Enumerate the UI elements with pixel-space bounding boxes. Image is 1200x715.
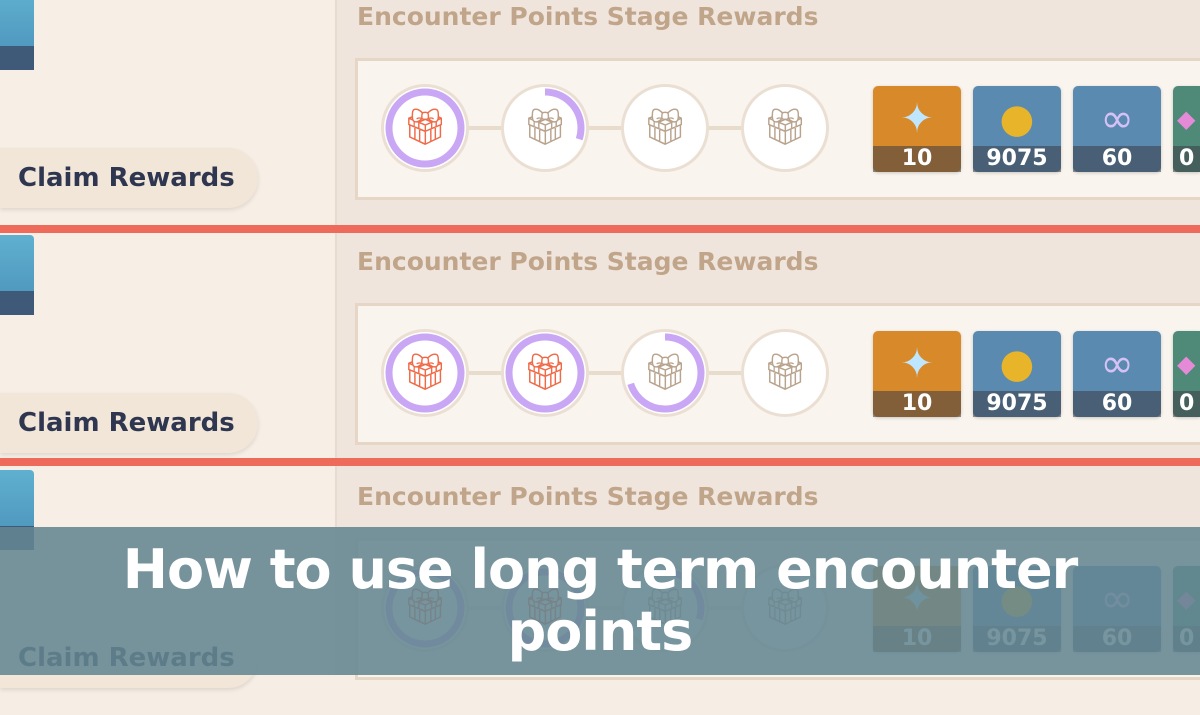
claim-rewards-button[interactable]: Claim Rewards bbox=[0, 393, 258, 453]
reward-section: Claim Rewards Encounter Points Stage Rew… bbox=[0, 0, 1200, 235]
reward-item[interactable]: ∞ 60 bbox=[1073, 331, 1161, 417]
section-title: Encounter Points Stage Rewards bbox=[357, 482, 819, 511]
stage-reward-circle[interactable]: 🎁︎ bbox=[741, 329, 829, 417]
stage-reward-circle[interactable]: 🎁︎ bbox=[621, 84, 709, 172]
reward-thumbnail bbox=[0, 235, 34, 315]
gift-icon: 🎁︎ bbox=[402, 352, 448, 393]
stage-reward-circle[interactable]: 🎁︎ bbox=[501, 329, 589, 417]
reward-item[interactable]: ✦ 10 bbox=[873, 331, 961, 417]
crystal-icon: ◆ bbox=[1177, 105, 1196, 133]
title-banner: How to use long term encounter points bbox=[0, 527, 1200, 675]
gift-icon: 🎁︎ bbox=[642, 107, 688, 148]
gift-icon: 🎁︎ bbox=[642, 352, 688, 393]
section-title: Encounter Points Stage Rewards bbox=[357, 247, 819, 276]
banner-title: How to use long term encounter points bbox=[122, 538, 1078, 663]
gift-icon: 🎁︎ bbox=[522, 352, 568, 393]
claim-rewards-button[interactable]: Claim Rewards bbox=[0, 148, 258, 208]
fate-icon: ∞ bbox=[1100, 96, 1134, 142]
gift-icon: 🎁︎ bbox=[762, 352, 808, 393]
gift-icon: 🎁︎ bbox=[402, 107, 448, 148]
stage-reward-circle[interactable]: 🎁︎ bbox=[501, 84, 589, 172]
reward-item[interactable]: ◆ 0 bbox=[1173, 86, 1200, 172]
reward-item[interactable]: ◆ 0 bbox=[1173, 331, 1200, 417]
gift-icon: 🎁︎ bbox=[762, 107, 808, 148]
stage-reward-circle[interactable]: 🎁︎ bbox=[381, 329, 469, 417]
item-count: 9075 bbox=[973, 146, 1061, 172]
reward-item[interactable]: ✦ 10 bbox=[873, 86, 961, 172]
fate-icon: ∞ bbox=[1100, 341, 1134, 387]
primogem-icon: ✦ bbox=[900, 96, 934, 142]
item-count: 0 bbox=[1173, 391, 1200, 417]
highlight-line bbox=[0, 458, 1200, 466]
stage-reward-circle[interactable]: 🎁︎ bbox=[741, 84, 829, 172]
section-title: Encounter Points Stage Rewards bbox=[357, 2, 819, 31]
item-count: 10 bbox=[873, 391, 961, 417]
stage-reward-circle[interactable]: 🎁︎ bbox=[381, 84, 469, 172]
gift-icon: 🎁︎ bbox=[522, 107, 568, 148]
item-count: 60 bbox=[1073, 391, 1161, 417]
mora-icon: ● bbox=[999, 341, 1035, 387]
reward-thumbnail bbox=[0, 0, 34, 70]
crystal-icon: ◆ bbox=[1177, 350, 1196, 378]
reward-item[interactable]: ∞ 60 bbox=[1073, 86, 1161, 172]
reward-section: Claim Rewards Encounter Points Stage Rew… bbox=[0, 235, 1200, 480]
highlight-line bbox=[0, 225, 1200, 233]
item-count: 60 bbox=[1073, 146, 1161, 172]
item-count: 9075 bbox=[973, 391, 1061, 417]
item-count: 10 bbox=[873, 146, 961, 172]
primogem-icon: ✦ bbox=[900, 341, 934, 387]
stage-reward-circle[interactable]: 🎁︎ bbox=[621, 329, 709, 417]
reward-item[interactable]: ● 9075 bbox=[973, 331, 1061, 417]
item-count: 0 bbox=[1173, 146, 1200, 172]
mora-icon: ● bbox=[999, 96, 1035, 142]
reward-item[interactable]: ● 9075 bbox=[973, 86, 1061, 172]
